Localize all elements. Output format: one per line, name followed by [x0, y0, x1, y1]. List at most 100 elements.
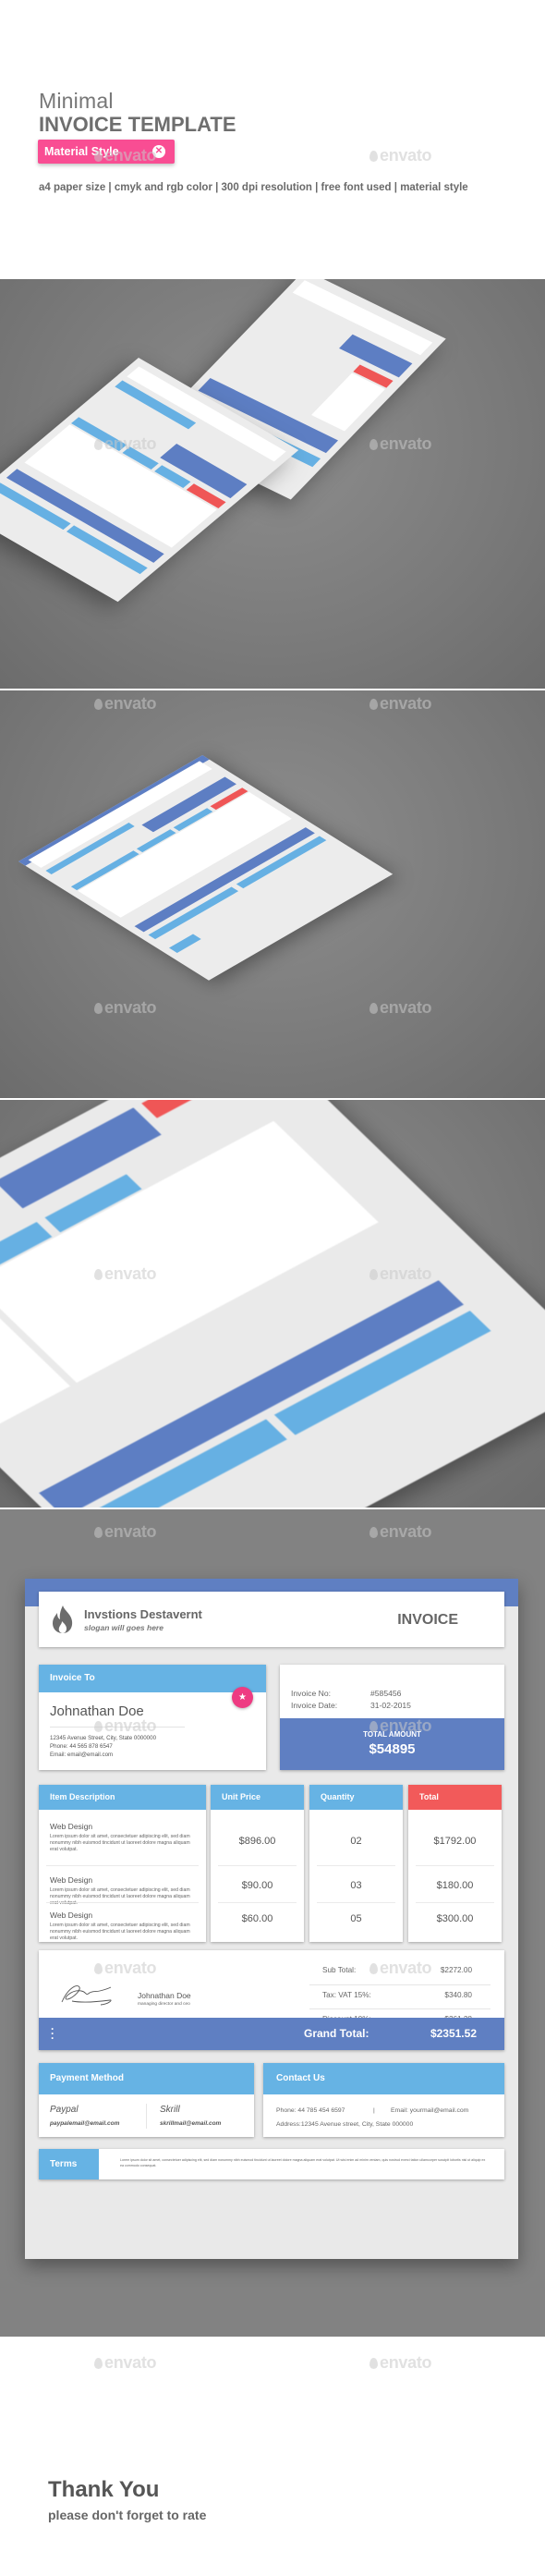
- signer-role: managing director and ceo: [138, 2002, 190, 2007]
- contact-email: Email: yourmail@email.com: [391, 2107, 469, 2114]
- payment-method-name: Skrill: [160, 2105, 180, 2115]
- client-address: 12345 Avenue Street, City, State 0000000: [50, 1735, 157, 1741]
- payment-method-email: paypalemail@email.com: [50, 2120, 120, 2127]
- rate-reminder: please don't forget to rate: [48, 2508, 207, 2522]
- material-style-badge: Material Style ✕: [38, 140, 175, 164]
- grand-total-label: Grand Total:: [304, 2027, 369, 2040]
- item-desc: Lorem ipsum dolor sit amet, consectetuer…: [50, 1923, 190, 1941]
- quantity-value: 05: [350, 1913, 362, 1924]
- subtotal-row: Sub Total: $2272.00: [309, 1966, 485, 1984]
- watermark: envato: [369, 998, 432, 1018]
- line-total-value: $1792.00: [433, 1836, 477, 1847]
- watermark: envato: [369, 694, 432, 714]
- tax-value: $340.80: [444, 1991, 472, 1999]
- table-row: Web Design Lorem ipsum dolor sit amet, c…: [39, 1901, 206, 1944]
- quantity-cell: 05: [309, 1898, 403, 1940]
- item-desc: Lorem ipsum dolor sit amet, consectetuer…: [50, 1834, 190, 1852]
- invoice-to-heading: Invoice To: [39, 1665, 266, 1692]
- line-total-value: $300.00: [436, 1913, 474, 1924]
- table-row: Web Design Lorem ipsum dolor sit amet, c…: [39, 1813, 206, 1855]
- invoice-closeup-sheet: [0, 1100, 545, 1508]
- watermark: envato: [94, 998, 157, 1018]
- item-name: Web Design: [50, 1822, 93, 1831]
- invoice-no-label: Invoice No:: [291, 1689, 331, 1698]
- unit-price-cell: $60.00: [211, 1898, 304, 1940]
- more-vertical-icon[interactable]: · · ·: [51, 2023, 54, 2044]
- client-phone: Phone: 44 565 878 6547: [50, 1743, 113, 1750]
- flame-logo-icon: [53, 1605, 73, 1633]
- client-name: Johnathan Doe: [50, 1703, 144, 1719]
- invoice-date-label: Invoice Date:: [291, 1701, 338, 1710]
- invoice-no-value: #585456: [370, 1689, 402, 1698]
- column-header-unit-price: Unit Price: [211, 1785, 304, 1810]
- watermark: envato: [369, 434, 432, 454]
- item-description-column: Item Description Web Design Lorem ipsum …: [39, 1785, 206, 1942]
- invoice-paper: Invstions Destavernt slogan will goes he…: [25, 1579, 518, 2259]
- total-amount-label: TOTAL AMOUNT: [363, 1730, 421, 1739]
- contact-divider: |: [373, 2107, 375, 2114]
- invoice-to-card: Invoice To ★ Johnathan Doe 12345 Avenue …: [39, 1665, 266, 1770]
- total-amount-value: $54895: [369, 1741, 416, 1757]
- mockup-single-sheet: envato envato envato envato: [0, 690, 545, 1098]
- payment-method-email: skrillmail@email.com: [160, 2120, 222, 2127]
- column-header-quantity: Quantity: [309, 1785, 403, 1810]
- column-header-description: Item Description: [39, 1785, 206, 1810]
- unit-price-cell: $896.00: [211, 1820, 304, 1862]
- column-header-total: Total: [408, 1785, 502, 1810]
- contact-us-heading: Contact Us: [263, 2063, 504, 2094]
- header-section: Minimal INVOICE TEMPLATE Material Style …: [0, 0, 545, 279]
- signature-image: [61, 1985, 112, 2006]
- tax-row: Tax: VAT 15%: $340.80: [309, 1991, 485, 2009]
- title-light: Minimal: [39, 89, 114, 113]
- tax-label: Tax: VAT 15%:: [322, 1991, 371, 1999]
- item-name: Web Design: [50, 1875, 93, 1885]
- subtotal-value: $2272.00: [440, 1966, 472, 1974]
- client-email: Email: email@email.com: [50, 1752, 114, 1758]
- total-cell: $1792.00: [408, 1820, 502, 1862]
- grand-total-bar: · · · Grand Total: $2351.52: [39, 2018, 504, 2050]
- star-icon[interactable]: ★: [232, 1687, 253, 1708]
- grand-total-value: $2351.52: [430, 2027, 477, 2040]
- payment-method-card: Payment Method Paypal paypalemail@email.…: [39, 2063, 254, 2137]
- contact-address: Address:12345 Avenue street, City, State…: [276, 2121, 414, 2128]
- divider: [146, 2104, 147, 2129]
- invoice-sheet: [18, 755, 394, 981]
- company-slogan: slogan will goes here: [84, 1623, 164, 1632]
- quantity-cell: 02: [309, 1820, 403, 1862]
- document-title: INVOICE: [397, 1612, 458, 1628]
- unit-price-column: Unit Price $896.00 $90.00 $60.00: [211, 1785, 304, 1942]
- title-bold: INVOICE TEMPLATE: [39, 113, 236, 136]
- specs-line: a4 paper size | cmyk and rgb color | 300…: [39, 182, 468, 193]
- mockup-two-sheets: envato envato: [0, 279, 545, 689]
- contact-phone: Phone: 44 785 454 6597: [276, 2107, 345, 2114]
- total-column: Total $1792.00 $180.00 $300.00: [408, 1785, 502, 1942]
- invoice-date-value: 31-02-2015: [370, 1701, 411, 1710]
- payment-method-name: Paypal: [50, 2105, 79, 2115]
- terms-text: Lorem ipsum dolor sit amet, consectetuer…: [120, 2158, 486, 2167]
- invoice-header: Invstions Destavernt slogan will goes he…: [39, 1592, 504, 1647]
- thank-you-heading: Thank You: [48, 2477, 160, 2502]
- divider: [50, 1727, 185, 1728]
- contact-us-card: Contact Us Phone: 44 785 454 6597 | Emai…: [263, 2063, 504, 2137]
- invoice-meta-card: Invoice No: #585456 Invoice Date: 31-02-…: [280, 1665, 504, 1770]
- total-cell: $300.00: [408, 1898, 502, 1940]
- quantity-column: Quantity 02 03 05: [309, 1785, 403, 1942]
- row-divider: [309, 1984, 490, 1985]
- terms-heading: Terms: [39, 2149, 99, 2179]
- watermark: envato: [369, 2353, 432, 2373]
- thank-you-section: envato envato Thank You please don't for…: [0, 2338, 545, 2576]
- client-contact: 12345 Avenue Street, City, State 0000000…: [50, 1734, 156, 1759]
- x-circle-icon: ✕: [152, 145, 165, 158]
- watermark: envato: [369, 1522, 432, 1542]
- quantity-value: 02: [350, 1836, 362, 1847]
- watermark: envato: [94, 694, 157, 714]
- unit-price-value: $896.00: [238, 1836, 276, 1847]
- badge-label: Material Style: [44, 145, 119, 158]
- watermark: envato: [94, 1522, 157, 1542]
- row-divider: [309, 2008, 490, 2009]
- total-amount-box: TOTAL AMOUNT $54895: [280, 1718, 504, 1770]
- flat-invoice-section: envato envato Invstions Destavernt sloga…: [0, 1509, 545, 2337]
- signer-name: Johnathan Doe: [138, 1991, 191, 2000]
- unit-price-value: $60.00: [241, 1913, 273, 1924]
- company-name: Invstions Destavernt: [84, 1607, 202, 1621]
